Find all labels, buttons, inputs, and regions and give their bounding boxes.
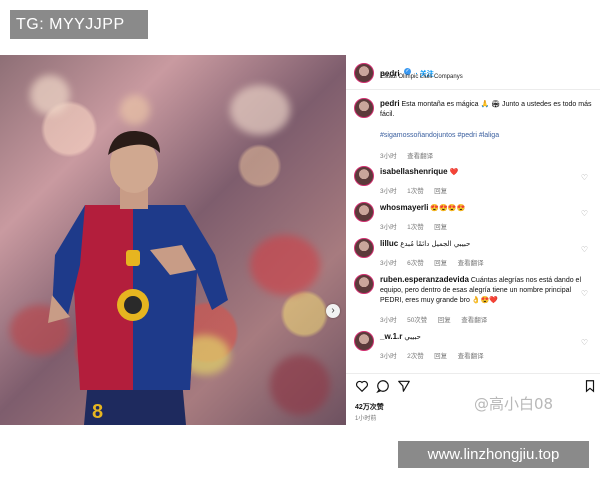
comment-username[interactable]: isabellashenrique (380, 167, 448, 176)
translate-link[interactable]: 查看翻译 (461, 317, 487, 324)
comment-username[interactable]: lilluc (380, 239, 398, 248)
location[interactable]: Estadi Olimpic Lluis Companys (380, 74, 463, 80)
translate-link[interactable]: 查看翻译 (458, 260, 484, 267)
post-photo: 8 › (0, 55, 346, 425)
comment: lilluc حبيبي الجميل دائمًا مُبدع 3小时 6次赞… (346, 235, 600, 269)
tg-banner: TG: MYYJJPP (10, 10, 148, 39)
caption-username[interactable]: pedri (380, 99, 400, 108)
comment-likes[interactable]: 50次赞 (407, 317, 427, 324)
reply-link[interactable]: 回复 (434, 188, 447, 195)
jersey-number: 8 (92, 401, 103, 423)
reply-link[interactable]: 回复 (434, 353, 447, 360)
comment-time: 3小时 (380, 317, 397, 324)
translate-link[interactable]: 查看翻译 (407, 153, 433, 160)
bookmark-icon[interactable] (583, 379, 597, 393)
hashtags[interactable]: #sigamossoñandojuntos #pedri #laliga (380, 132, 499, 139)
comment-time: 3小时 (380, 188, 397, 195)
next-arrow-icon[interactable]: › (326, 304, 340, 318)
posted-time: 1小时前 (355, 416, 377, 422)
comment-likes[interactable]: 6次赞 (407, 260, 424, 267)
reply-link[interactable]: 回复 (438, 317, 451, 324)
comment-likes[interactable]: 1次赞 (407, 224, 424, 231)
heart-icon[interactable]: ♡ (581, 209, 588, 218)
comment-text: حبيبي (404, 333, 421, 341)
comment-likes[interactable]: 2次赞 (407, 353, 424, 360)
comment-text: 😍😍😍😍 (430, 205, 466, 212)
reply-link[interactable]: 回复 (434, 224, 447, 231)
heart-icon[interactable] (355, 379, 369, 393)
comment: ruben.esperanzadevida Cuántas alegrías n… (346, 271, 600, 325)
comment-username[interactable]: ruben.esperanzadevida (380, 275, 469, 284)
comment-likes[interactable]: 1次赞 (407, 188, 424, 195)
comment-username[interactable]: _w.1.r (380, 332, 402, 341)
avatar[interactable] (354, 202, 374, 222)
comment-time: 3小时 (380, 353, 397, 360)
avatar[interactable] (354, 238, 374, 258)
avatar[interactable] (354, 98, 374, 118)
comment: whosmayerli 😍😍😍😍 3小时 1次赞 回复 ♡ (346, 199, 600, 233)
caption-meta: 3小时 查看翻译 (380, 145, 433, 163)
comment: _w.1.r حبيبي 3小时 2次赞 回复 查看翻译 ♡ (346, 328, 600, 362)
heart-icon[interactable]: ♡ (581, 338, 588, 347)
translate-link[interactable]: 查看翻译 (458, 353, 484, 360)
comment-text: ❤️ (449, 169, 459, 176)
caption-time: 3小时 (380, 153, 397, 160)
comment-time: 3小时 (380, 224, 397, 231)
heart-icon[interactable]: ♡ (581, 289, 588, 298)
caption: pedri Esta montaña es mágica 🙏 🏟 Junto a… (380, 99, 595, 120)
heart-icon[interactable]: ♡ (581, 173, 588, 182)
url-banner[interactable]: www.linzhongjiu.top (398, 441, 589, 468)
divider (346, 89, 600, 90)
comment-username[interactable]: whosmayerli (380, 203, 428, 212)
caption-text: Esta montaña es mágica 🙏 🏟 Junto a usted… (380, 101, 592, 118)
avatar[interactable] (354, 166, 374, 186)
avatar[interactable] (354, 274, 374, 294)
action-bar (355, 379, 600, 393)
share-icon[interactable] (397, 379, 411, 393)
watermark: @高小白08 (474, 395, 554, 413)
avatar[interactable] (354, 331, 374, 351)
like-count[interactable]: 42万次赞 (355, 402, 384, 412)
comment: isabellashenrique ❤️ 3小时 1次赞 回复 ♡ (346, 163, 600, 197)
divider (346, 373, 600, 374)
comment-time: 3小时 (380, 260, 397, 267)
comment-text: حبيبي الجميل دائمًا مُبدع (400, 240, 471, 248)
reply-link[interactable]: 回复 (434, 260, 447, 267)
avatar[interactable] (354, 63, 374, 83)
post-side-panel: pedri ✓ · 关注 Estadi Olimpic Lluis Compan… (346, 55, 600, 425)
heart-icon[interactable]: ♡ (581, 245, 588, 254)
player-figure: 8 (48, 130, 228, 425)
comment-icon[interactable] (376, 379, 390, 393)
